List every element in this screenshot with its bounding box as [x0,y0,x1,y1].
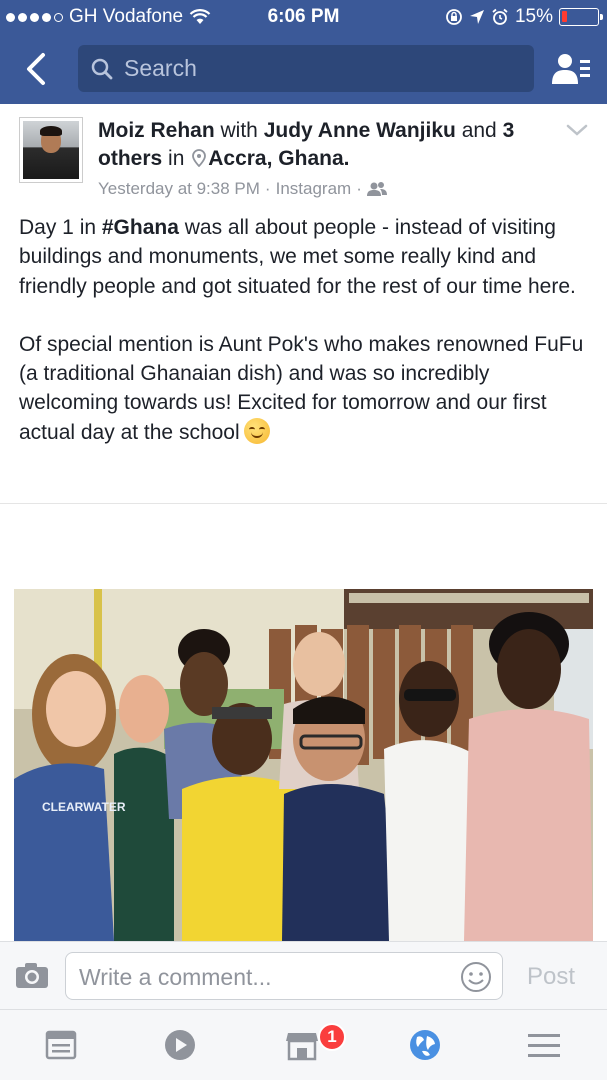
paragraph-1-prefix: Day 1 in [19,216,102,239]
search-input[interactable]: Search [78,45,534,92]
post-paragraph-2: Of special mention is Aunt Pok's who mak… [19,330,594,447]
post-attribution: Moiz Rehan with Judy Anne Wanjiku and 3 … [98,117,548,173]
friends-audience-icon [366,182,387,196]
post-comment-button[interactable]: Post [527,963,575,991]
status-bar: GH Vodafone 6:06 PM 15% [0,0,607,34]
alarm-icon [492,8,508,25]
navigation-bar: Search [0,34,607,104]
camera-icon[interactable] [14,960,50,990]
shirt-text: CLEARWATER [42,800,126,814]
divider [0,503,607,504]
status-right: 15% [445,6,603,28]
location-link[interactable]: Accra, Ghana. [208,147,349,170]
friend-list-icon [552,54,590,84]
tab-bar [0,1009,607,1080]
post-photo[interactable]: CLEARWATER [14,589,593,941]
sticker-smiley-icon[interactable] [460,961,492,993]
location-arrow-icon [469,10,484,24]
post-paragraph-1: Day 1 in #Ghana was all about people - i… [19,213,594,301]
post-timestamp[interactable]: Yesterday at 9:38 PM [98,179,260,199]
search-placeholder: Search [124,55,197,81]
with-label: with [220,119,258,142]
comment-placeholder: Write a comment... [79,964,272,990]
search-icon [91,58,113,79]
post-source[interactable]: Instagram [276,179,352,199]
post-body: Day 1 in #Ghana was all about people - i… [19,213,594,447]
battery-percent: 15% [514,6,553,27]
paragraph-2-text: Of special mention is Aunt Pok's who mak… [19,332,584,444]
blush-emoji-icon [243,417,270,444]
chevron-left-icon [27,53,45,85]
marketplace-icon[interactable] [285,1028,319,1062]
rotation-lock-icon [446,9,462,25]
in-label: in [168,147,185,170]
news-feed-icon[interactable] [44,1028,78,1062]
notifications-globe-icon[interactable] [408,1028,442,1062]
post-header: Moiz Rehan with Judy Anne Wanjiku and 3 … [0,104,607,204]
meta-separator-2: · [356,179,362,198]
post-meta: Yesterday at 9:38 PM · Instagram · [98,179,387,199]
location-pin-icon [192,149,207,167]
video-play-icon[interactable] [163,1028,197,1062]
back-button[interactable] [18,49,54,89]
menu-hamburger-icon[interactable] [527,1028,561,1062]
author-name[interactable]: Moiz Rehan [98,119,215,142]
tagged-name[interactable]: Judy Anne Wanjiku [264,119,456,142]
avatar[interactable] [19,117,83,183]
chevron-down-icon[interactable] [565,120,589,140]
battery-icon [559,8,603,26]
friend-requests-button[interactable] [549,50,593,88]
comment-bar: Write a comment... Post [0,941,607,1009]
group-photo-illustration: CLEARWATER [14,589,593,941]
comment-input[interactable]: Write a comment... [65,952,503,1000]
meta-separator: · [264,179,271,198]
marketplace-badge: 1 [318,1023,346,1051]
hashtag-link[interactable]: #Ghana [102,216,179,239]
and-label: and [461,119,497,142]
